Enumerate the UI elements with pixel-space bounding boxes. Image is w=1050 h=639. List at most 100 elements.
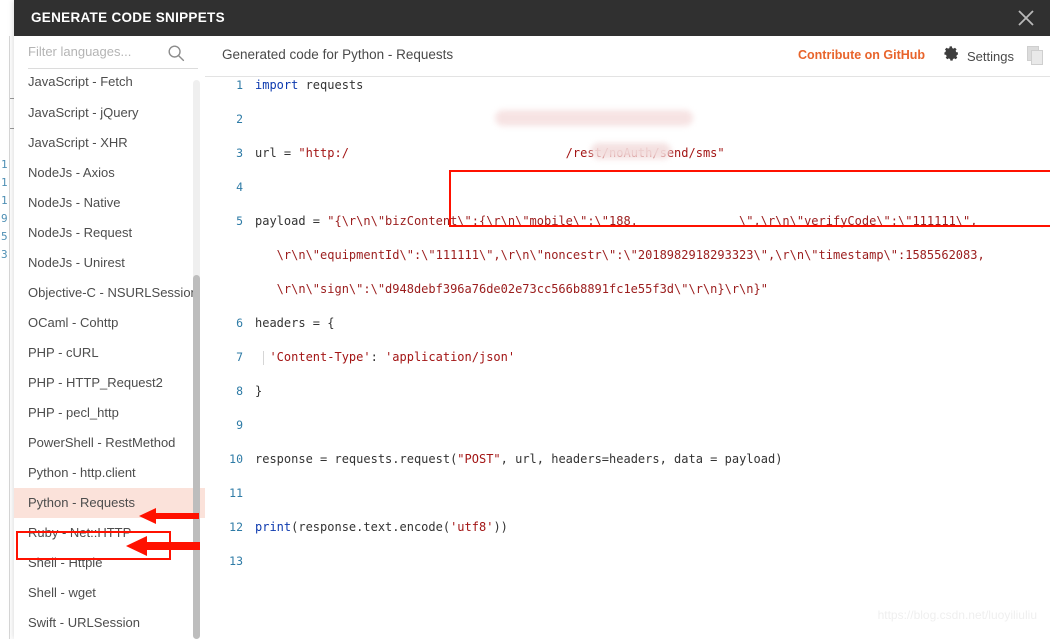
redacted-mobile-blur: [591, 143, 671, 159]
sidebar-item-php-http-request2[interactable]: PHP - HTTP_Request2: [14, 368, 205, 398]
line-number: 11: [229, 486, 243, 500]
code-line: 13: [205, 553, 1050, 570]
background-line-number: 1: [1, 158, 8, 171]
line-number: 5: [236, 214, 243, 228]
sidebar-item-php-pecl-http[interactable]: PHP - pecl_http: [14, 398, 205, 428]
sidebar-item-objective-c-nsurlsession[interactable]: Objective-C - NSURLSession: [14, 278, 205, 308]
arrow-python-http-client-icon: [139, 507, 201, 530]
code-text: headers = {: [255, 316, 335, 330]
search-icon[interactable]: [167, 44, 185, 62]
sidebar-item-python-http-client[interactable]: Python - http.client: [14, 458, 205, 488]
code-line: 12 print(response.text.encode('utf8')): [205, 519, 1050, 536]
background-line-number: 5: [1, 230, 8, 243]
sidebar-item-nodejs-request[interactable]: NodeJs - Request: [14, 218, 205, 248]
code-viewer[interactable]: 1 import requests 2 3 url = "http:/ /res…: [205, 77, 1050, 639]
code-line: 6 headers = {: [205, 315, 1050, 332]
gear-icon: [943, 45, 960, 67]
sidebar-item-label: PHP - cURL: [28, 345, 99, 360]
sidebar-item-label: Objective-C - NSURLSession: [28, 285, 198, 300]
sidebar-item-javascript-fetch[interactable]: JavaScript - Fetch: [14, 76, 205, 98]
generate-code-snippets-modal: GENERATE CODE SNIPPETS JavaScript - Fetc…: [14, 0, 1050, 639]
line-number: 8: [236, 384, 243, 398]
sidebar-item-javascript-xhr[interactable]: JavaScript - XHR: [14, 128, 205, 158]
code-text: response = requests.request("POST", url,…: [255, 452, 783, 466]
background-rule: [9, 36, 10, 639]
code-text: import requests: [255, 78, 364, 92]
sidebar-item-php-curl[interactable]: PHP - cURL: [14, 338, 205, 368]
modal-titlebar: GENERATE CODE SNIPPETS: [14, 0, 1050, 36]
language-sidebar: JavaScript - Fetch JavaScript - jQuery Jav…: [14, 36, 206, 639]
sidebar-item-label: PHP - HTTP_Request2: [28, 375, 163, 390]
code-text: 'Content-Type': 'application/json': [269, 350, 516, 364]
close-icon[interactable]: [1014, 6, 1038, 30]
modal-title: GENERATE CODE SNIPPETS: [31, 10, 225, 25]
line-number: 3: [236, 146, 243, 160]
sidebar-item-label: PowerShell - RestMethod: [28, 435, 176, 450]
code-line: 7 'Content-Type': 'application/json': [205, 349, 1050, 366]
code-line-continuation: \r\n\"sign\":\"d948debf396a76de02e73cc56…: [205, 281, 1050, 298]
code-text: payload = "{\r\n\"bizContent\":{\r\n\"mo…: [255, 214, 978, 228]
code-line: 10 response = requests.request("POST", u…: [205, 451, 1050, 468]
sidebar-item-nodejs-axios[interactable]: NodeJs - Axios: [14, 158, 205, 188]
code-text: }: [255, 384, 263, 398]
code-line: 5 payload = "{\r\n\"bizContent\":{\r\n\"…: [205, 213, 1050, 230]
line-number: 1: [236, 78, 243, 92]
code-line: 9: [205, 417, 1050, 434]
sidebar-item-powershell-restmethod[interactable]: PowerShell - RestMethod: [14, 428, 205, 458]
sidebar-item-label: NodeJs - Request: [28, 225, 133, 240]
sidebar-item-label: NodeJs - Native: [28, 195, 121, 210]
sidebar-item-swift-urlsession[interactable]: Swift - URLSession: [14, 608, 205, 638]
background-page-strip: 1 1 1 9 5 3: [0, 0, 14, 639]
sidebar-scrollbar-thumb[interactable]: [193, 275, 200, 639]
code-line: 1 import requests: [205, 77, 1050, 94]
background-line-number: 1: [1, 176, 8, 189]
contribute-on-github-link[interactable]: Contribute on GitHub: [798, 48, 925, 62]
sidebar-item-label: JavaScript - Fetch: [28, 76, 133, 89]
copy-icon[interactable]: [1027, 46, 1045, 66]
background-line-number: 9: [1, 212, 8, 225]
line-number: 2: [236, 112, 243, 126]
search-input[interactable]: [28, 44, 158, 59]
settings-label: Settings: [967, 48, 1014, 64]
background-line-number: 3: [1, 248, 8, 261]
sidebar-item-ocaml-cohttp[interactable]: OCaml - Cohttp: [14, 308, 205, 338]
modal-body: JavaScript - Fetch JavaScript - jQuery Jav…: [14, 36, 1050, 639]
sidebar-item-label: JavaScript - XHR: [28, 135, 128, 150]
sidebar-item-nodejs-native[interactable]: NodeJs - Native: [14, 188, 205, 218]
sidebar-item-label: Shell - wget: [28, 585, 96, 600]
sidebar-item-nodejs-unirest[interactable]: NodeJs - Unirest: [14, 248, 205, 278]
code-line-continuation: \r\n\"equipmentId\":\"111111\",\r\n\"non…: [205, 247, 1050, 264]
line-number: 4: [236, 180, 243, 194]
sidebar-item-label: JavaScript - jQuery: [28, 105, 139, 120]
sidebar-item-label: NodeJs - Axios: [28, 165, 115, 180]
line-number: 9: [236, 418, 243, 432]
sidebar-item-label: NodeJs - Unirest: [28, 255, 125, 270]
sidebar-item-javascript-jquery[interactable]: JavaScript - jQuery: [14, 98, 205, 128]
sidebar-item-label: PHP - pecl_http: [28, 405, 119, 420]
code-panel: Generated code for Python - Requests Con…: [205, 36, 1050, 639]
code-line: 8 }: [205, 383, 1050, 400]
sidebar-item-label: Python - http.client: [28, 465, 136, 480]
sidebar-item-label: Python - Requests: [28, 495, 135, 510]
code-panel-header: Generated code for Python - Requests Con…: [205, 36, 1050, 77]
watermark: https://blog.csdn.net/luoyiliuliu: [877, 608, 1037, 622]
background-line-number: 1: [1, 194, 8, 207]
filter-underline: [28, 68, 198, 69]
sidebar-item-label: OCaml - Cohttp: [28, 315, 119, 330]
code-text: print(response.text.encode('utf8')): [255, 520, 508, 534]
filter-languages-bar: [14, 36, 205, 76]
arrow-python-requests-icon: [126, 535, 202, 562]
line-number: 7: [236, 350, 243, 364]
code-line: 11: [205, 485, 1050, 502]
line-number: 13: [229, 554, 243, 568]
code-line: 4: [205, 179, 1050, 196]
line-number: 6: [236, 316, 243, 330]
sidebar-item-shell-wget[interactable]: Shell - wget: [14, 578, 205, 608]
line-number: 10: [229, 452, 243, 466]
sidebar-item-label: Ruby - Net::HTTP: [28, 525, 132, 540]
code-text: \r\n\"sign\":\"d948debf396a76de02e73cc56…: [255, 282, 768, 296]
sidebar-item-label: Swift - URLSession: [28, 615, 140, 630]
sidebar-item-label: Shell - Httpie: [28, 555, 103, 570]
line-number: 12: [229, 520, 243, 534]
settings-button[interactable]: Settings: [943, 46, 1014, 66]
